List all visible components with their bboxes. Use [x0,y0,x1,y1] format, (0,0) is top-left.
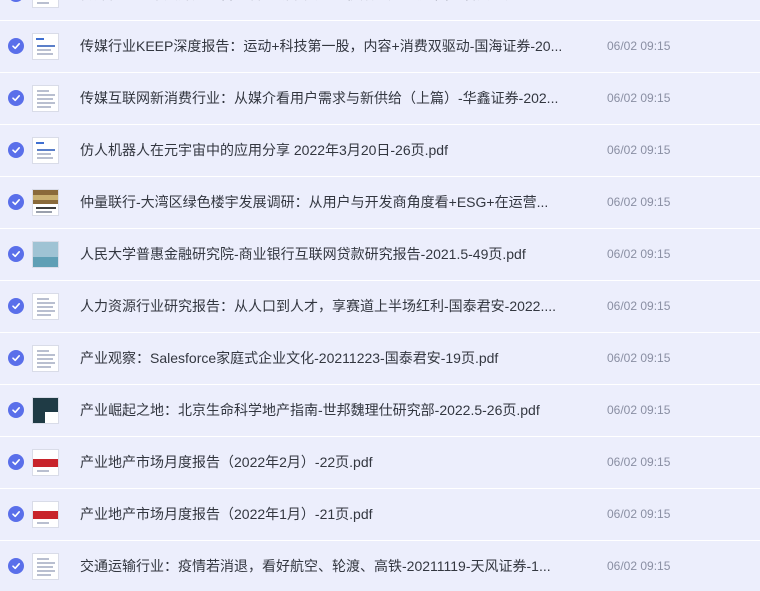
file-date: 06/02 09:15 [607,299,671,313]
checkbox-checked-icon[interactable] [8,506,24,522]
file-date: 06/02 09:15 [607,195,671,209]
file-name[interactable]: 产业地产市场月度报告（2022年2月）-22页.pdf [80,437,570,488]
file-row[interactable]: 人力资源行业研究报告：从人口到人才，享赛道上半场红利-国泰君安-2022....… [0,281,760,333]
file-name[interactable]: 产业观察：Salesforce家庭式企业文化-20211223-国泰君安-19页… [80,333,570,384]
file-thumbnail-icon [32,33,59,60]
file-date: 06/02 09:15 [607,247,671,261]
file-date: 06/02 09:15 [607,0,670,20]
file-row[interactable]: 产业崛起之地：北京生命科学地产指南-世邦魏理仕研究部-2022.5-26页.pd… [0,385,760,437]
file-row[interactable]: 传媒行业：中美对比报告：看好新消费、短视频、产业链-国泰君安证券-2022...… [0,0,760,21]
file-name[interactable]: 产业崛起之地：北京生命科学地产指南-世邦魏理仕研究部-2022.5-26页.pd… [80,385,570,436]
file-thumbnail-icon [32,397,59,424]
file-date: 06/02 09:15 [607,351,671,365]
file-thumbnail-icon [32,85,59,112]
file-name[interactable]: 仿人机器人在元宇宙中的应用分享 2022年3月20日-26页.pdf [80,125,570,176]
file-rows: 传媒行业：中美对比报告：看好新消费、短视频、产业链-国泰君安证券-2022...… [0,0,760,591]
checkbox-checked-icon[interactable] [8,194,24,210]
file-row[interactable]: 交通运输行业：疫情若消退，看好航空、轮渡、高铁-20211119-天风证券-1.… [0,541,760,591]
file-thumbnail-icon [32,501,59,528]
file-thumbnail-icon [32,345,59,372]
file-thumbnail-icon [32,553,59,580]
checkbox-checked-icon[interactable] [8,298,24,314]
checkbox-checked-icon[interactable] [8,350,24,366]
checkbox-checked-icon[interactable] [8,142,24,158]
file-name[interactable]: 传媒行业KEEP深度报告：运动+科技第一股，内容+消费双驱动-国海证券-20..… [80,21,570,72]
checkbox-checked-icon[interactable] [8,246,24,262]
file-row[interactable]: 传媒行业KEEP深度报告：运动+科技第一股，内容+消费双驱动-国海证券-20..… [0,21,760,73]
checkbox-checked-icon[interactable] [8,402,24,418]
file-date: 06/02 09:15 [607,559,671,573]
file-date: 06/02 09:15 [607,39,671,53]
checkbox-checked-icon[interactable] [8,90,24,106]
file-list: 传媒行业：中美对比报告：看好新消费、短视频、产业链-国泰君安证券-2022...… [0,0,760,591]
file-date: 06/02 09:15 [607,507,671,521]
file-thumbnail-icon [32,137,59,164]
file-thumbnail-icon [32,449,59,476]
file-row[interactable]: 传媒互联网新消费行业：从媒介看用户需求与新供给（上篇）-华鑫证券-202... 0… [0,73,760,125]
file-name[interactable]: 传媒互联网新消费行业：从媒介看用户需求与新供给（上篇）-华鑫证券-202... [80,73,570,124]
file-name[interactable]: 交通运输行业：疫情若消退，看好航空、轮渡、高铁-20211119-天风证券-1.… [80,541,570,591]
checkbox-checked-icon[interactable] [8,454,24,470]
file-row[interactable]: 产业地产市场月度报告（2022年1月）-21页.pdf 06/02 09:15 [0,489,760,541]
file-row[interactable]: 仿人机器人在元宇宙中的应用分享 2022年3月20日-26页.pdf 06/02 … [0,125,760,177]
file-row[interactable]: 产业地产市场月度报告（2022年2月）-22页.pdf 06/02 09:15 [0,437,760,489]
file-thumbnail-icon [32,189,59,216]
checkbox-checked-icon[interactable] [8,558,24,574]
file-row[interactable]: 仲量联行-大湾区绿色楼宇发展调研：从用户与开发商角度看+ESG+在运营... 06… [0,177,760,229]
file-name[interactable]: 仲量联行-大湾区绿色楼宇发展调研：从用户与开发商角度看+ESG+在运营... [80,177,570,228]
file-name[interactable]: 人民大学普惠金融研究院-商业银行互联网贷款研究报告-2021.5-49页.pdf [80,229,570,280]
checkbox-checked-icon[interactable] [8,0,24,2]
file-row[interactable]: 产业观察：Salesforce家庭式企业文化-20211223-国泰君安-19页… [0,333,760,385]
file-thumbnail-icon [32,241,59,268]
checkbox-checked-icon[interactable] [8,38,24,54]
file-name[interactable]: 人力资源行业研究报告：从人口到人才，享赛道上半场红利-国泰君安-2022.... [80,281,570,332]
file-row[interactable]: 人民大学普惠金融研究院-商业银行互联网贷款研究报告-2021.5-49页.pdf… [0,229,760,281]
file-thumbnail-icon [32,0,59,8]
file-thumbnail-icon [32,293,59,320]
file-date: 06/02 09:15 [607,403,671,417]
file-name[interactable]: 传媒行业：中美对比报告：看好新消费、短视频、产业链-国泰君安证券-2022... [80,0,570,20]
file-date: 06/02 09:15 [607,91,671,105]
file-date: 06/02 09:15 [607,143,671,157]
file-name[interactable]: 产业地产市场月度报告（2022年1月）-21页.pdf [80,489,570,540]
file-date: 06/02 09:15 [607,455,671,469]
